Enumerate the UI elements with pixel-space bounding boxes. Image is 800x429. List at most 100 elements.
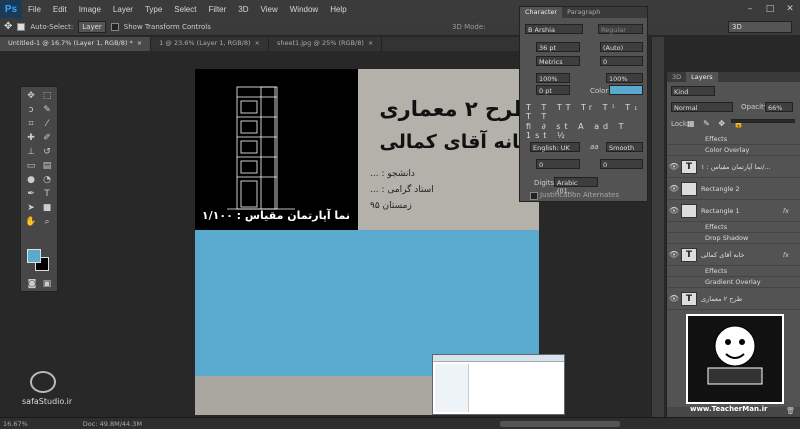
vertical-scale-field[interactable]: 100%: [536, 73, 570, 83]
close-icon[interactable]: ×: [137, 39, 142, 49]
maximize-icon[interactable]: □: [760, 0, 780, 18]
menu-image[interactable]: Image: [73, 5, 107, 14]
fx-icon[interactable]: fx: [783, 207, 800, 215]
diacritic-field[interactable]: 0: [600, 159, 643, 169]
layer-name: Rectangle 2: [701, 184, 740, 193]
language-select[interactable]: English: UK: [530, 142, 580, 152]
auto-select-dropdown[interactable]: Layer: [78, 20, 106, 33]
menu-help[interactable]: Help: [324, 5, 352, 14]
digits-select[interactable]: Arabic (01...: [554, 177, 598, 195]
quick-mask-icon[interactable]: ◙: [24, 277, 40, 291]
kerning-field[interactable]: Metrics: [536, 56, 580, 66]
move-tool-icon[interactable]: ✥: [23, 89, 39, 103]
layer-effect-row[interactable]: Gradient Overlay: [667, 277, 800, 288]
visibility-eye-icon[interactable]: 👁: [667, 206, 681, 215]
brush-tool-icon[interactable]: ✐: [39, 131, 55, 145]
marquee-tool-icon[interactable]: ⬚: [39, 89, 55, 103]
menu-type[interactable]: Type: [139, 5, 168, 14]
visibility-eye-icon[interactable]: 👁: [667, 294, 681, 303]
font-family-select[interactable]: B Arshia: [525, 24, 583, 34]
opentype-buttons[interactable]: ﬁ ∂ st A ad T 1st ½: [526, 122, 644, 140]
document-canvas[interactable]: نما آپارتمان مقیاس : ۱/۱۰۰ طرح ۲ معماری …: [195, 69, 565, 415]
doc-size[interactable]: Doc: 49.8M/44.3M: [83, 420, 142, 428]
gradient-tool-icon[interactable]: ▤: [39, 159, 55, 173]
transform-controls-checkbox[interactable]: [110, 22, 119, 31]
pen-tool-icon[interactable]: ✒: [23, 187, 39, 201]
opacity-field[interactable]: 66%: [765, 102, 793, 112]
menu-3d[interactable]: 3D: [232, 5, 254, 14]
font-style-select[interactable]: Regular: [598, 24, 643, 34]
auto-select-checkbox[interactable]: [17, 22, 26, 31]
text-color-swatch[interactable]: [609, 85, 643, 95]
font-size-field[interactable]: 36 pt: [536, 42, 580, 52]
tracking-field[interactable]: 0: [600, 56, 643, 66]
close-icon[interactable]: ×: [255, 39, 260, 49]
effect-label: Effects: [705, 135, 728, 143]
kashida-field[interactable]: 0: [536, 159, 580, 169]
move-tool-icon[interactable]: ✥: [4, 21, 12, 32]
visibility-eye-icon[interactable]: 👁: [667, 162, 681, 171]
type-style-buttons[interactable]: T T TT Tr T¹ T₁ T T: [526, 103, 644, 121]
blur-tool-icon[interactable]: ●: [23, 173, 39, 187]
tab-character[interactable]: Character: [520, 7, 563, 18]
layer-effect-row[interactable]: Drop Shadow: [667, 233, 800, 244]
dodge-tool-icon[interactable]: ◔: [39, 173, 55, 187]
eyedropper-icon[interactable]: ⁄: [39, 117, 55, 131]
explorer-window-overlay[interactable]: [432, 354, 565, 415]
layer-row[interactable]: 👁 T نما آپارتمان مقیاس : ۱/...: [667, 156, 800, 178]
tab-layers[interactable]: Layers: [686, 72, 718, 82]
visibility-eye-icon[interactable]: 👁: [667, 184, 681, 193]
tab-sheet1[interactable]: sheet1.jpg @ 25% (RGB/8) ×: [269, 37, 383, 51]
horizontal-scale-field[interactable]: 100%: [606, 73, 643, 83]
close-icon[interactable]: ×: [368, 39, 373, 49]
lasso-tool-icon[interactable]: ↄ: [23, 103, 39, 117]
menu-layer[interactable]: Layer: [107, 5, 139, 14]
layer-row[interactable]: 👁 Rectangle 1 fx: [667, 200, 800, 222]
layer-effect-row[interactable]: Effects: [667, 134, 800, 145]
menu-bar: Ps File Edit Image Layer Type Select Fil…: [0, 0, 800, 18]
tab-3d[interactable]: 3D: [667, 72, 686, 82]
menu-window[interactable]: Window: [284, 5, 324, 14]
fx-icon[interactable]: fx: [783, 251, 800, 259]
layer-effect-row[interactable]: Color Overlay: [667, 145, 800, 156]
workspace-dropdown[interactable]: 3D: [728, 20, 792, 33]
healing-brush-icon[interactable]: ✚: [23, 131, 39, 145]
layer-effect-row[interactable]: Effects: [667, 266, 800, 277]
crop-tool-icon[interactable]: ⌗: [23, 117, 39, 131]
layer-row[interactable]: 👁 Rectangle 2: [667, 178, 800, 200]
menu-select[interactable]: Select: [168, 5, 202, 14]
zoom-level[interactable]: 16.67%: [3, 420, 28, 428]
menu-file[interactable]: File: [22, 5, 47, 14]
foreground-color-swatch[interactable]: [27, 249, 41, 263]
visibility-eye-icon[interactable]: 👁: [667, 250, 681, 259]
history-brush-icon[interactable]: ↺: [39, 145, 55, 159]
layer-row[interactable]: 👁 T طرح ۲ معماری: [667, 288, 800, 310]
hand-tool-icon[interactable]: ✋: [23, 215, 39, 229]
opacity-slider[interactable]: [731, 119, 795, 123]
type-tool-icon[interactable]: T: [39, 187, 55, 201]
tab-1[interactable]: 1 @ 23.6% (Layer 1, RGB/8) ×: [151, 37, 269, 51]
shape-tool-icon[interactable]: ■: [39, 201, 55, 215]
smoothing-select[interactable]: Smooth: [606, 142, 643, 152]
path-select-icon[interactable]: ➤: [23, 201, 39, 215]
screen-mode-icon[interactable]: ▣: [39, 277, 55, 291]
horizontal-scrollbar[interactable]: [500, 420, 620, 427]
menu-edit[interactable]: Edit: [47, 5, 73, 14]
clone-stamp-icon[interactable]: ⊥: [23, 145, 39, 159]
minimize-icon[interactable]: –: [740, 0, 760, 18]
eraser-icon[interactable]: ▭: [23, 159, 39, 173]
baseline-shift-field[interactable]: 0 pt: [536, 85, 570, 95]
close-icon[interactable]: ✕: [780, 0, 800, 18]
layer-effect-row[interactable]: Effects: [667, 222, 800, 233]
layer-row[interactable]: 👁 T خانه آقای کمالی fx: [667, 244, 800, 266]
menu-view[interactable]: View: [255, 5, 284, 14]
quick-select-icon[interactable]: ✎: [39, 103, 55, 117]
leading-field[interactable]: (Auto): [600, 42, 643, 52]
zoom-tool-icon[interactable]: ⌕: [39, 215, 55, 229]
justification-checkbox[interactable]: [530, 192, 538, 200]
menu-filter[interactable]: Filter: [203, 5, 233, 14]
blend-mode-select[interactable]: Normal: [671, 102, 733, 112]
tab-untitled-1[interactable]: Untitled-1 @ 16.7% (Layer 1, RGB/8) * ×: [0, 37, 152, 51]
tab-paragraph[interactable]: Paragraph: [562, 7, 605, 18]
layer-filter-kind[interactable]: Kind: [671, 86, 715, 96]
